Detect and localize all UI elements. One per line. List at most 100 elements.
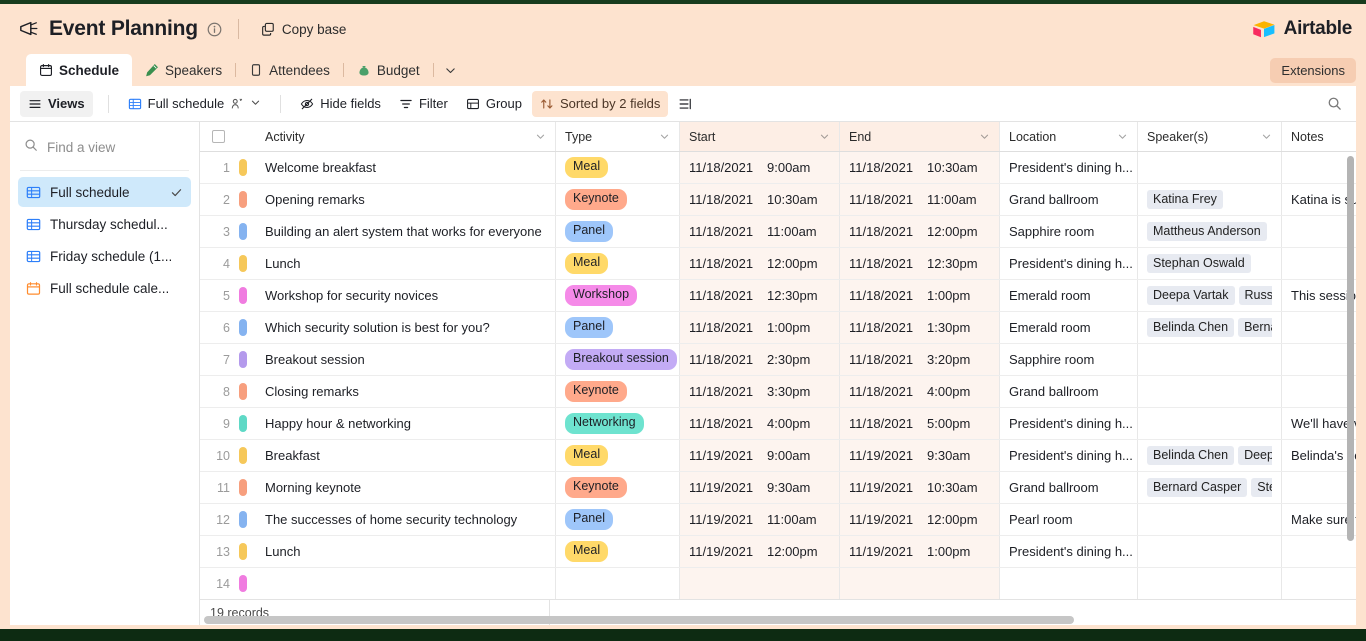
cell-speakers[interactable] [1138,568,1282,599]
cell-end[interactable]: 11/18/2021 5:00pm [840,408,1000,439]
cell-type[interactable] [556,568,680,599]
cell-notes[interactable] [1282,248,1356,279]
grid-scroll-area[interactable]: Activity Type Start End Location Speaker… [200,122,1356,599]
cell-type[interactable]: Keynote [556,472,680,503]
cell-notes[interactable] [1282,344,1356,375]
horizontal-scrollbar-track[interactable] [200,616,1356,625]
cell-activity[interactable]: Morning keynote [256,472,556,503]
cell-speakers[interactable] [1138,504,1282,535]
row-handle-cell[interactable]: 12 [200,504,256,535]
column-header-location[interactable]: Location [1000,122,1138,151]
cell-type[interactable]: Meal [556,440,680,471]
cell-type[interactable]: Keynote [556,184,680,215]
sidebar-item-full-schedule[interactable]: Full schedule [18,177,191,207]
cell-type[interactable]: Panel [556,312,680,343]
cell-activity[interactable]: The successes of home security technolog… [256,504,556,535]
cell-activity[interactable]: Which security solution is best for you? [256,312,556,343]
row-handle-cell[interactable]: 3 [200,216,256,247]
cell-speakers[interactable] [1138,376,1282,407]
column-header-notes[interactable]: Notes [1282,122,1356,151]
select-all-checkbox[interactable] [212,130,225,143]
cell-start[interactable]: 11/19/2021 9:30am [680,472,840,503]
cell-start[interactable]: 11/18/2021 9:00am [680,152,840,183]
cell-end[interactable] [840,568,1000,599]
cell-start[interactable]: 11/18/2021 12:00pm [680,248,840,279]
cell-speakers[interactable]: Belinda ChenDeepa V [1138,440,1282,471]
cell-notes[interactable]: Make sure t [1282,504,1356,535]
vertical-scrollbar[interactable] [1347,156,1354,541]
row-handle-cell[interactable]: 6 [200,312,256,343]
table-row[interactable]: 1 Welcome breakfast Meal 11/18/2021 9:00am 11… [200,152,1356,184]
cell-notes[interactable]: We'll have v [1282,408,1356,439]
cell-activity[interactable]: Opening remarks [256,184,556,215]
cell-speakers[interactable]: Stephan Oswald [1138,248,1282,279]
tab-speakers[interactable]: Speakers [132,54,235,86]
sidebar-item-full-schedule-calendar[interactable]: Full schedule cale... [18,273,191,303]
cell-type[interactable]: Breakout session [556,344,680,375]
cell-end[interactable]: 11/19/2021 1:00pm [840,536,1000,567]
cell-activity[interactable]: Lunch [256,248,556,279]
cell-type[interactable]: Meal [556,248,680,279]
group-button[interactable]: Group [458,91,530,117]
row-handle-cell[interactable]: 10 [200,440,256,471]
cell-notes[interactable] [1282,536,1356,567]
cell-type[interactable]: Meal [556,152,680,183]
row-handle-cell[interactable]: 11 [200,472,256,503]
table-row[interactable]: 13 Lunch Meal 11/19/2021 12:00pm 11/19/2021 1:… [200,536,1356,568]
cell-location[interactable]: President's dining h... [1000,408,1138,439]
cell-location[interactable]: President's dining h... [1000,536,1138,567]
cell-location[interactable] [1000,568,1138,599]
cell-end[interactable]: 11/18/2021 1:30pm [840,312,1000,343]
row-height-button[interactable] [670,91,700,117]
sort-button[interactable]: Sorted by 2 fields [531,90,669,117]
cell-location[interactable]: Sapphire room [1000,216,1138,247]
cell-speakers[interactable]: Bernard CasperStepha [1138,472,1282,503]
airtable-logo[interactable]: Airtable [1251,18,1352,40]
cell-location[interactable]: Sapphire room [1000,344,1138,375]
cell-start[interactable]: 11/18/2021 12:30pm [680,280,840,311]
cell-end[interactable]: 11/18/2021 12:00pm [840,216,1000,247]
table-row[interactable]: 11 Morning keynote Keynote 11/19/2021 9:30am… [200,472,1356,504]
cell-notes[interactable] [1282,568,1356,599]
current-view-button[interactable]: Full schedule [120,91,270,117]
cell-location[interactable]: Emerald room [1000,312,1138,343]
cell-speakers[interactable]: Deepa VartakRussell K [1138,280,1282,311]
cell-type[interactable]: Panel [556,504,680,535]
cell-location[interactable]: President's dining h... [1000,152,1138,183]
cell-location[interactable]: Emerald room [1000,280,1138,311]
cell-activity[interactable]: Closing remarks [256,376,556,407]
cell-speakers[interactable]: Mattheus Anderson [1138,216,1282,247]
cell-notes[interactable] [1282,376,1356,407]
extensions-button[interactable]: Extensions [1270,58,1356,83]
cell-type[interactable]: Panel [556,216,680,247]
cell-activity[interactable]: Breakfast [256,440,556,471]
column-header-activity[interactable]: Activity [256,122,556,151]
cell-notes[interactable] [1282,152,1356,183]
info-icon[interactable] [207,22,222,37]
cell-activity[interactable]: Building an alert system that works for … [256,216,556,247]
cell-start[interactable]: 11/18/2021 4:00pm [680,408,840,439]
row-handle-cell[interactable]: 8 [200,376,256,407]
cell-start[interactable]: 11/19/2021 12:00pm [680,536,840,567]
cell-end[interactable]: 11/19/2021 9:30am [840,440,1000,471]
cell-start[interactable]: 11/18/2021 2:30pm [680,344,840,375]
cell-start[interactable]: 11/19/2021 11:00am [680,504,840,535]
cell-notes[interactable]: Belinda's go [1282,440,1356,471]
cell-location[interactable]: President's dining h... [1000,248,1138,279]
cell-start[interactable]: 11/18/2021 11:00am [680,216,840,247]
row-handle-cell[interactable]: 13 [200,536,256,567]
cell-speakers[interactable] [1138,344,1282,375]
cell-activity[interactable]: Workshop for security novices [256,280,556,311]
row-handle-cell[interactable]: 1 [200,152,256,183]
table-row[interactable]: 3 Building an alert system that works for… [200,216,1356,248]
more-tables-chevron-down-icon[interactable] [434,54,468,86]
row-handle-cell[interactable]: 14 [200,568,256,599]
cell-end[interactable]: 11/18/2021 3:20pm [840,344,1000,375]
cell-type[interactable]: Networking [556,408,680,439]
row-handle-cell[interactable]: 4 [200,248,256,279]
search-icon[interactable] [1320,90,1348,118]
cell-speakers[interactable] [1138,408,1282,439]
cell-type[interactable]: Workshop [556,280,680,311]
cell-start[interactable]: 11/19/2021 9:00am [680,440,840,471]
table-row[interactable]: 12 The successes of home security technol… [200,504,1356,536]
